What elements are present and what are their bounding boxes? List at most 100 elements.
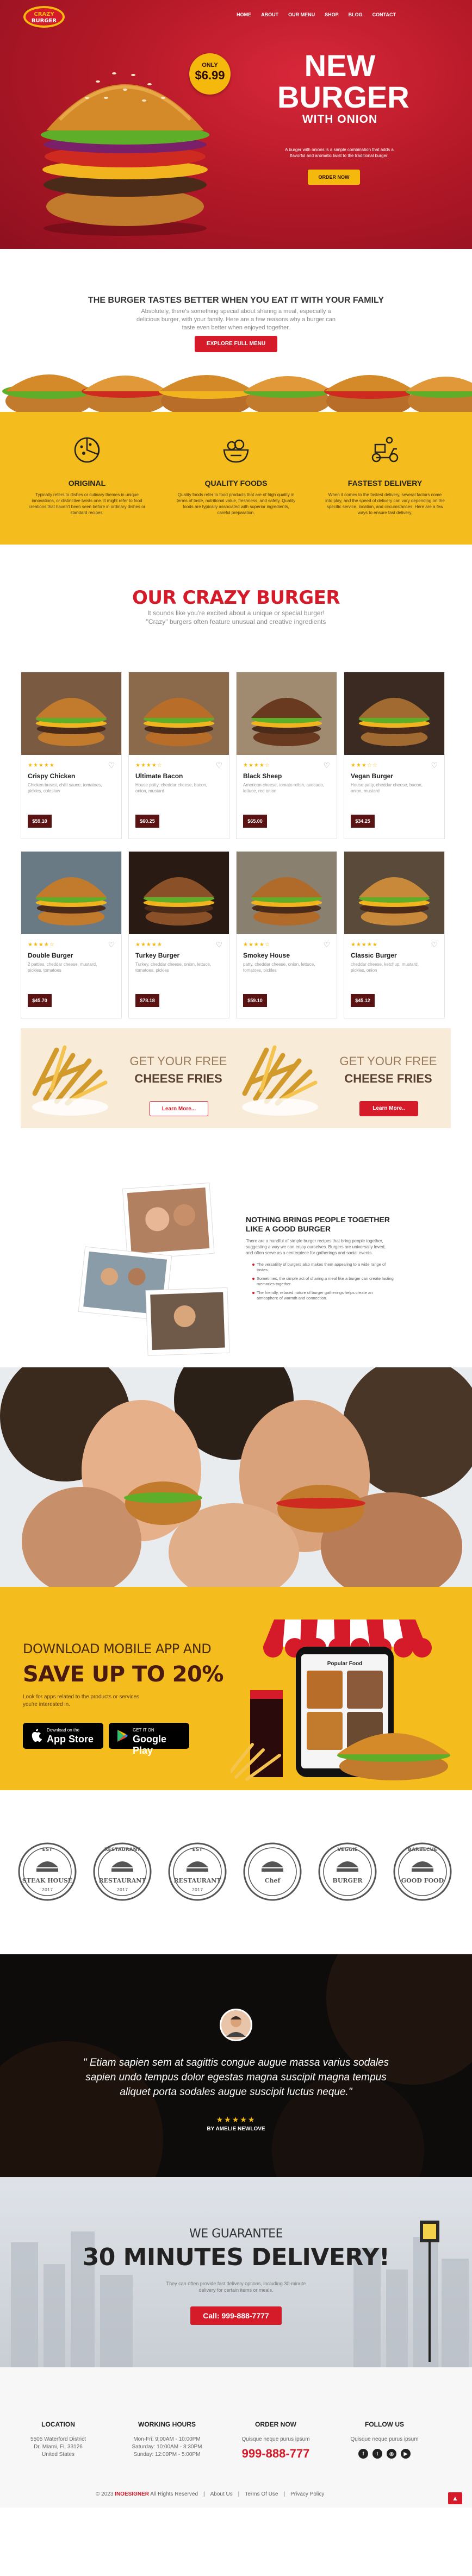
nav-about[interactable]: ABOUT	[261, 12, 278, 17]
menu-item-description: House patty, cheddar cheese, bacon, onio…	[135, 783, 207, 793]
footer-follow-title: FOLLOW US	[365, 2421, 404, 2428]
menu-item-card[interactable]: ★★★★☆ ♡ Smokey House patty, cheddar cheese,…	[236, 851, 337, 1018]
feature-text: When it comes to the fastest delivery, s…	[325, 492, 445, 515]
menu-item-card[interactable]: ★★★★★ ♡ Turkey Burger Turkey, cheddar chees…	[128, 851, 229, 1018]
menu-item-price[interactable]: $65.00	[243, 815, 267, 828]
rating-stars: ★★★★★	[28, 762, 55, 768]
scroll-to-top-button[interactable]: ▲	[448, 2492, 462, 2504]
heart-icon[interactable]: ♡	[215, 761, 222, 770]
partner-logos-section: EST STEAK HOUSE 2017 RESTAURANT RESTAURANT 20…	[0, 1790, 472, 1954]
menu-section: OUR CRAZY BURGER It sounds like you're e…	[0, 545, 472, 1028]
footer-hours-line: Saturday: 10:00AM - 8:30PM	[132, 2444, 202, 2450]
menu-item-name: Vegan Burger	[351, 772, 394, 780]
twitter-icon[interactable]: t	[372, 2449, 382, 2459]
menu-item-price[interactable]: $60.25	[135, 815, 159, 828]
footer-link-privacy[interactable]: Privacy Policy	[290, 2491, 324, 2497]
logo-top-text: RESTAURANT	[104, 1847, 141, 1853]
menu-item-price[interactable]: $34.25	[351, 815, 375, 828]
app-line-2: SAVE UP TO 20%	[23, 1662, 223, 1687]
logo-main-text: RESTAURANT	[98, 1877, 146, 1884]
nav-contact[interactable]: CONTACT	[372, 12, 396, 17]
hero-section: CRAZY BURGER HOME ABOUT OUR MENU SHOP BL…	[0, 0, 472, 249]
hero-title-line-1: NEW	[304, 48, 376, 83]
burger-photo	[344, 852, 444, 934]
logo-top-text: VEGGIE	[337, 1847, 357, 1853]
hero-title-line-3: WITH ONION	[302, 113, 378, 126]
footer: LOCATION 5505 Waterford District Dr, Mia…	[0, 2367, 472, 2508]
guarantee-text: They can often provide fast delivery opt…	[166, 2281, 306, 2293]
salad-bowl-icon	[223, 439, 249, 463]
partner-logo: EST RESTAURANT 2017	[157, 1834, 238, 1910]
menu-item-price[interactable]: $59.10	[28, 815, 52, 828]
logo-main-text: Chef	[265, 1877, 281, 1884]
crazy-burger-logo[interactable]: CRAZY BURGER	[23, 5, 65, 28]
story-bullet: The friendly, relaxed nature of burger g…	[252, 1290, 395, 1301]
footer-link-about[interactable]: About Us	[210, 2491, 233, 2497]
burger-photo	[237, 852, 337, 934]
menu-item-price[interactable]: $78.18	[135, 994, 159, 1007]
footer-order-title: ORDER NOW	[255, 2421, 296, 2428]
facebook-icon[interactable]: f	[358, 2449, 368, 2459]
learn-more-button[interactable]: Learn More...	[150, 1101, 208, 1116]
footer-link-terms[interactable]: Terms Of Use	[245, 2491, 278, 2497]
menu-item-card[interactable]: ★★★★★ ♡ Crispy Chicken Chicken breast, chil…	[21, 672, 122, 839]
instagram-icon[interactable]: ◎	[387, 2449, 396, 2459]
explore-menu-button[interactable]: EXPLORE FULL MENU	[195, 336, 277, 352]
menu-item-description: American cheese, tomato relish, avocado,…	[243, 783, 324, 793]
menu-item-card[interactable]: ★★★★☆ ♡ Black Sheep American cheese, tomato…	[236, 672, 337, 839]
feature-quality-foods: QUALITY FOODS Quality foods refer to foo…	[176, 434, 296, 516]
phone-screen-title: Popular Food	[327, 1661, 362, 1667]
heart-icon[interactable]: ♡	[431, 940, 438, 949]
app-phone-burger-image: Popular Food	[231, 1620, 450, 1781]
google-play-button[interactable]: GET IT ON Google Play	[109, 1723, 189, 1756]
menu-item-card[interactable]: ★★★★★ ♡ Classic Burger cheddar cheese, ketc…	[344, 851, 445, 1018]
feature-title: QUALITY FOODS	[204, 479, 268, 487]
nav-shop[interactable]: SHOP	[325, 12, 339, 17]
rating-stars: ★★★★☆	[28, 942, 55, 948]
heart-icon[interactable]: ♡	[108, 761, 115, 770]
nav-our-menu[interactable]: OUR MENU	[288, 12, 315, 17]
menu-item-card[interactable]: ★★★☆☆ ♡ Vegan Burger House patty, cheddar c…	[344, 672, 445, 839]
heart-icon[interactable]: ♡	[431, 761, 438, 770]
call-button[interactable]: Call: 999-888-7777	[190, 2306, 282, 2325]
order-now-button[interactable]: ORDER NOW	[308, 170, 360, 185]
logo-main-text: RESTAURANT	[173, 1877, 221, 1884]
learn-more-button[interactable]: Learn More..	[359, 1101, 418, 1116]
story-bullet: The versatility of burgers also makes th…	[252, 1262, 395, 1273]
feature-text: Quality foods refer to food products tha…	[176, 492, 296, 515]
footer-address-line: United States	[41, 2452, 75, 2458]
menu-item-card[interactable]: ★★★★☆ ♡ Ultimate Bacon House patty, cheddar…	[128, 672, 229, 839]
feature-title: FASTEST DELIVERY	[347, 479, 423, 487]
menu-item-name: Black Sheep	[243, 772, 282, 780]
menu-item-card[interactable]: ★★★★☆ ♡ Double Burger 2 patties, cheddar ch…	[21, 851, 122, 1018]
app-store-button[interactable]: Download on the App Store	[23, 1723, 103, 1749]
menu-item-description: cheddar cheese, ketchup, mustard, pickle…	[351, 962, 419, 973]
nav-home[interactable]: HOME	[237, 12, 251, 17]
price-value: $6.99	[195, 68, 225, 82]
app-text: Look for apps related to the products or…	[23, 1694, 140, 1708]
heart-icon[interactable]: ♡	[323, 940, 330, 949]
partner-logo-emblem: EST STEAK HOUSE 2017	[18, 1842, 77, 1901]
heart-icon[interactable]: ♡	[215, 940, 222, 949]
burger-photo	[129, 672, 229, 755]
fries-image	[32, 1045, 108, 1116]
footer-hours-line: Mon-Fri: 9:00AM - 10:00PM	[133, 2436, 201, 2442]
friends-photo-collage	[78, 1183, 230, 1356]
feature-original: ORIGINAL Typically refers to dishes or c…	[27, 434, 147, 516]
menu-subtitle-line-2: "Crazy" burgers often feature unusual an…	[146, 618, 326, 626]
youtube-icon[interactable]: ▶	[401, 2449, 411, 2459]
menu-item-price[interactable]: $45.12	[351, 994, 375, 1007]
partner-logo: Chef	[232, 1834, 313, 1910]
features-section: ORIGINAL Typically refers to dishes or c…	[0, 412, 472, 545]
logo-year-text: 2017	[192, 1887, 203, 1892]
menu-item-name: Double Burger	[28, 952, 73, 959]
burger-photo	[21, 672, 121, 755]
nav-blog[interactable]: BLOG	[349, 12, 363, 17]
heart-icon[interactable]: ♡	[108, 940, 115, 949]
footer-order-phone[interactable]: 999-888-777	[229, 2447, 322, 2461]
footer-follow: FOLLOW US Quisque neque purus ipsum f t …	[338, 2421, 431, 2459]
story-text: There are a handful of simple burger rec…	[246, 1239, 386, 1255]
menu-item-price[interactable]: $59.10	[243, 994, 267, 1007]
menu-item-price[interactable]: $45.70	[28, 994, 52, 1007]
heart-icon[interactable]: ♡	[323, 761, 330, 770]
